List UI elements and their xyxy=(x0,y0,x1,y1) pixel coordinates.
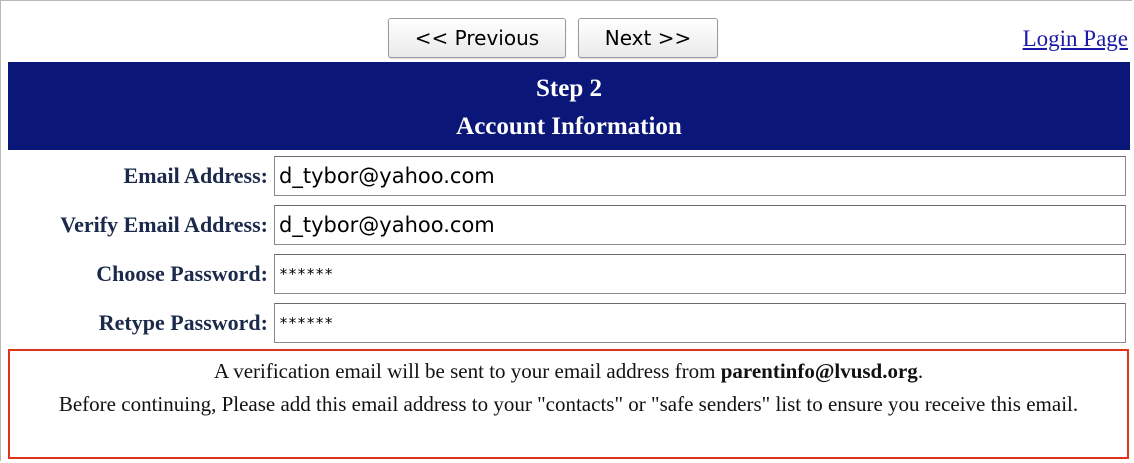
notice-line-1: A verification email will be sent to you… xyxy=(10,355,1127,388)
next-button[interactable]: Next >> xyxy=(578,18,718,58)
step-number: Step 2 xyxy=(536,75,602,102)
retype-password-field[interactable] xyxy=(274,303,1126,343)
sender-email: parentinfo@lvusd.org xyxy=(720,359,918,383)
login-page-link[interactable]: Login Page xyxy=(1023,26,1128,52)
verification-notice: A verification email will be sent to you… xyxy=(8,349,1129,459)
email-label: Email Address: xyxy=(123,163,268,188)
verify-email-row: Verify Email Address: xyxy=(8,202,1130,248)
password-row: Choose Password: xyxy=(8,251,1130,297)
password-field[interactable] xyxy=(274,254,1126,294)
retype-password-row: Retype Password: xyxy=(8,300,1130,346)
notice-text-pre: A verification email will be sent to you… xyxy=(213,359,721,383)
section-title: Account Information xyxy=(456,113,682,140)
notice-text-post: . xyxy=(917,359,924,383)
verify-email-label: Verify Email Address: xyxy=(60,212,268,237)
notice-line-2: Before continuing, Please add this email… xyxy=(58,392,1079,416)
step-header: Step 2 Account Information xyxy=(8,62,1130,150)
email-row: Email Address: xyxy=(8,153,1130,199)
email-field[interactable] xyxy=(274,156,1126,196)
password-label: Choose Password: xyxy=(96,261,268,286)
retype-password-label: Retype Password: xyxy=(98,310,268,335)
verify-email-field[interactable] xyxy=(274,205,1126,245)
previous-button[interactable]: << Previous xyxy=(388,18,566,58)
